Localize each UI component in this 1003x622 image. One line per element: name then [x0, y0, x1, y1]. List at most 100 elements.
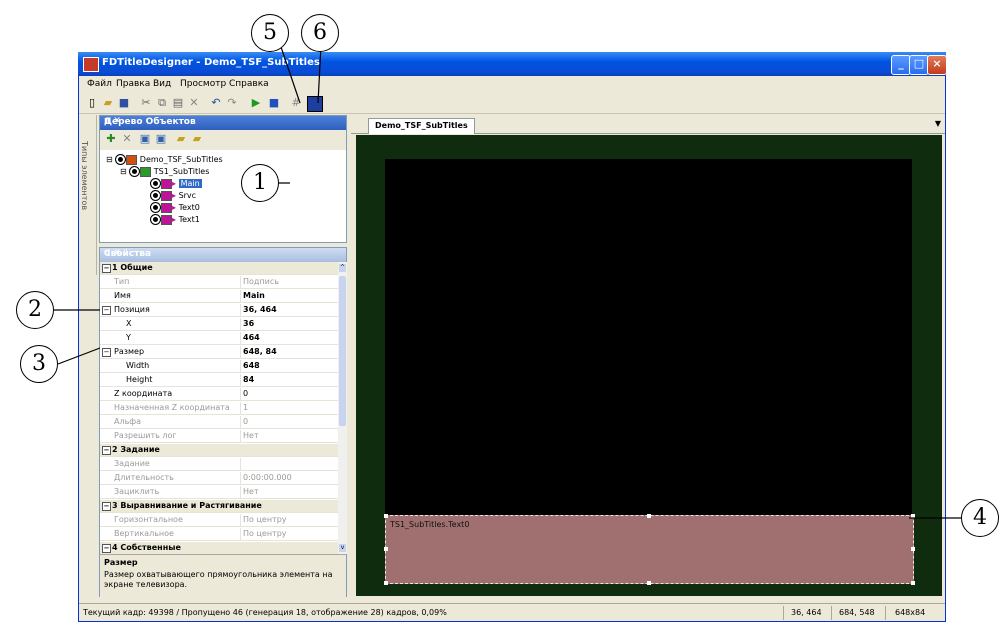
property-row[interactable]: Назначенная Z координата 1	[100, 402, 338, 415]
chevron-down-icon[interactable]: ▼	[935, 119, 941, 128]
resize-handle[interactable]	[911, 514, 915, 518]
cut-icon[interactable]: ✂	[139, 96, 153, 110]
fullscreen-icon[interactable]	[307, 96, 323, 112]
pin-close-icons[interactable]: ᴨ ✕	[104, 116, 342, 126]
tree-node-text1[interactable]: ▸ Text1	[150, 214, 200, 225]
callout-3: 3	[20, 345, 58, 383]
property-row[interactable]: Горизонтальное По центру	[100, 514, 338, 527]
property-value[interactable]: 0	[243, 389, 248, 398]
property-row[interactable]: Вертикальное По центру	[100, 528, 338, 541]
dock-tab-label[interactable]: Типы элементов	[80, 141, 89, 210]
resize-handle[interactable]	[647, 581, 651, 585]
delete-icon[interactable]: ✕	[187, 96, 201, 110]
grid-icon[interactable]: #	[289, 96, 303, 110]
resize-handle[interactable]	[911, 581, 915, 585]
property-row[interactable]: X 36	[100, 318, 338, 331]
menu-edit[interactable]: Правка	[116, 79, 150, 89]
minimize-button[interactable]: _	[891, 55, 911, 75]
menu-help[interactable]: Справка	[229, 79, 269, 89]
maximize-button[interactable]: □	[909, 55, 929, 75]
remove-element-icon[interactable]: ✕	[120, 132, 134, 146]
property-row[interactable]: − Размер 648, 84	[100, 346, 338, 359]
stop-icon[interactable]: ■	[267, 96, 281, 110]
property-category[interactable]: −2 Задание	[100, 444, 338, 457]
design-canvas[interactable]: TS1_SubTitles.Text0	[356, 135, 942, 596]
collapse-icon[interactable]: −	[102, 348, 111, 357]
property-category[interactable]: −3 Выравнивание и Растягивание	[100, 500, 338, 513]
new-icon[interactable]: ▯	[85, 96, 99, 110]
paste-icon[interactable]: ▤	[171, 96, 185, 110]
save-icon[interactable]: ■	[117, 96, 131, 110]
export-icon[interactable]: ▰	[190, 132, 204, 146]
move-down-icon[interactable]: ▣	[154, 132, 168, 146]
collapse-icon[interactable]: −	[102, 264, 111, 273]
property-row[interactable]: Зациклить Нет	[100, 486, 338, 499]
property-value[interactable]: 464	[243, 333, 260, 342]
property-value[interactable]: 36, 464	[243, 305, 277, 314]
tree-node-ts1[interactable]: ⊟ TS1_SubTitles	[120, 166, 209, 177]
property-row[interactable]: − Позиция 36, 464	[100, 304, 338, 317]
menu-view[interactable]: Вид	[153, 79, 171, 89]
property-value[interactable]: 36	[243, 319, 254, 328]
property-row[interactable]: Имя Main	[100, 290, 338, 303]
tree-node-main[interactable]: ▸ Main	[150, 178, 202, 189]
undo-icon[interactable]: ↶	[209, 96, 223, 110]
property-name: Y	[126, 333, 131, 342]
property-value[interactable]: 648, 84	[243, 347, 277, 356]
property-value[interactable]: Main	[243, 291, 265, 300]
property-name: Z координата	[114, 389, 173, 398]
tab-demo-tsf-subtitles[interactable]: Demo_TSF_SubTitles	[368, 118, 475, 134]
property-value[interactable]: 0	[243, 417, 248, 426]
element-types-dock[interactable]: Типы элементов	[79, 115, 97, 275]
close-button[interactable]: ×	[927, 55, 947, 75]
resize-handle[interactable]	[647, 514, 651, 518]
pin-close-icons[interactable]: ᴨ ✕	[104, 248, 342, 258]
property-value[interactable]: 648	[243, 361, 260, 370]
resize-handle[interactable]	[384, 547, 388, 551]
move-up-icon[interactable]: ▣	[138, 132, 152, 146]
property-row[interactable]: Y 464	[100, 332, 338, 345]
tree-node-text0[interactable]: ▸ Text0	[150, 202, 200, 213]
tree-node-srvc[interactable]: ▸ Srvc	[150, 190, 196, 201]
properties-panel: Свойства ᴨ ✕ −1 Общие Тип Подпись Имя Main − П…	[99, 247, 347, 597]
property-value[interactable]: Нет	[243, 487, 259, 496]
redo-icon[interactable]: ↷	[225, 96, 239, 110]
open-icon[interactable]: ▰	[101, 96, 115, 110]
property-row[interactable]: Height 84	[100, 374, 338, 387]
property-value[interactable]: По центру	[243, 515, 287, 524]
collapse-icon[interactable]: −	[102, 544, 111, 553]
selected-element-box[interactable]: TS1_SubTitles.Text0	[384, 514, 915, 585]
menu-file[interactable]: Файл	[87, 79, 112, 89]
property-row[interactable]: Длительность 0:00:00.000	[100, 472, 338, 485]
tree-node-root[interactable]: ⊟ Demo_TSF_SubTitles	[106, 154, 223, 165]
property-category[interactable]: −1 Общие	[100, 262, 338, 275]
property-value[interactable]: Нет	[243, 431, 259, 440]
collapse-icon[interactable]: −	[102, 446, 111, 455]
import-icon[interactable]: ▰	[174, 132, 188, 146]
resize-handle[interactable]	[384, 581, 388, 585]
property-row[interactable]: Тип Подпись	[100, 276, 338, 289]
properties-scrollbar[interactable]: ^ v	[338, 262, 347, 554]
resize-handle[interactable]	[384, 514, 388, 518]
property-row[interactable]: Задание	[100, 458, 338, 471]
status-frame-info: Текущий кадр: 49398 / Пропущено 46 (гене…	[83, 608, 447, 617]
play-icon[interactable]: ▶	[249, 96, 263, 110]
resize-handle[interactable]	[911, 547, 915, 551]
property-row[interactable]: Разрешить лог Нет	[100, 430, 338, 443]
property-row[interactable]: Z координата 0	[100, 388, 338, 401]
menu-preview[interactable]: Просмотр	[180, 79, 226, 89]
property-name: Вертикальное	[114, 529, 174, 538]
collapse-icon[interactable]: −	[102, 306, 111, 315]
property-value[interactable]: По центру	[243, 529, 287, 538]
property-value[interactable]: Подпись	[243, 277, 279, 286]
add-element-icon[interactable]: ✚	[104, 132, 118, 146]
property-row[interactable]: Альфа 0	[100, 416, 338, 429]
collapse-icon[interactable]: −	[102, 502, 111, 511]
property-value[interactable]: 1	[243, 403, 248, 412]
title-bar[interactable]: FDTitleDesigner - Demo_TSF_SubTitles _ □…	[78, 52, 947, 76]
property-value[interactable]: 84	[243, 375, 254, 384]
property-value[interactable]: 0:00:00.000	[243, 473, 292, 482]
copy-icon[interactable]: ⧉	[155, 96, 169, 110]
status-size: 648x84	[895, 608, 926, 617]
property-row[interactable]: Width 648	[100, 360, 338, 373]
